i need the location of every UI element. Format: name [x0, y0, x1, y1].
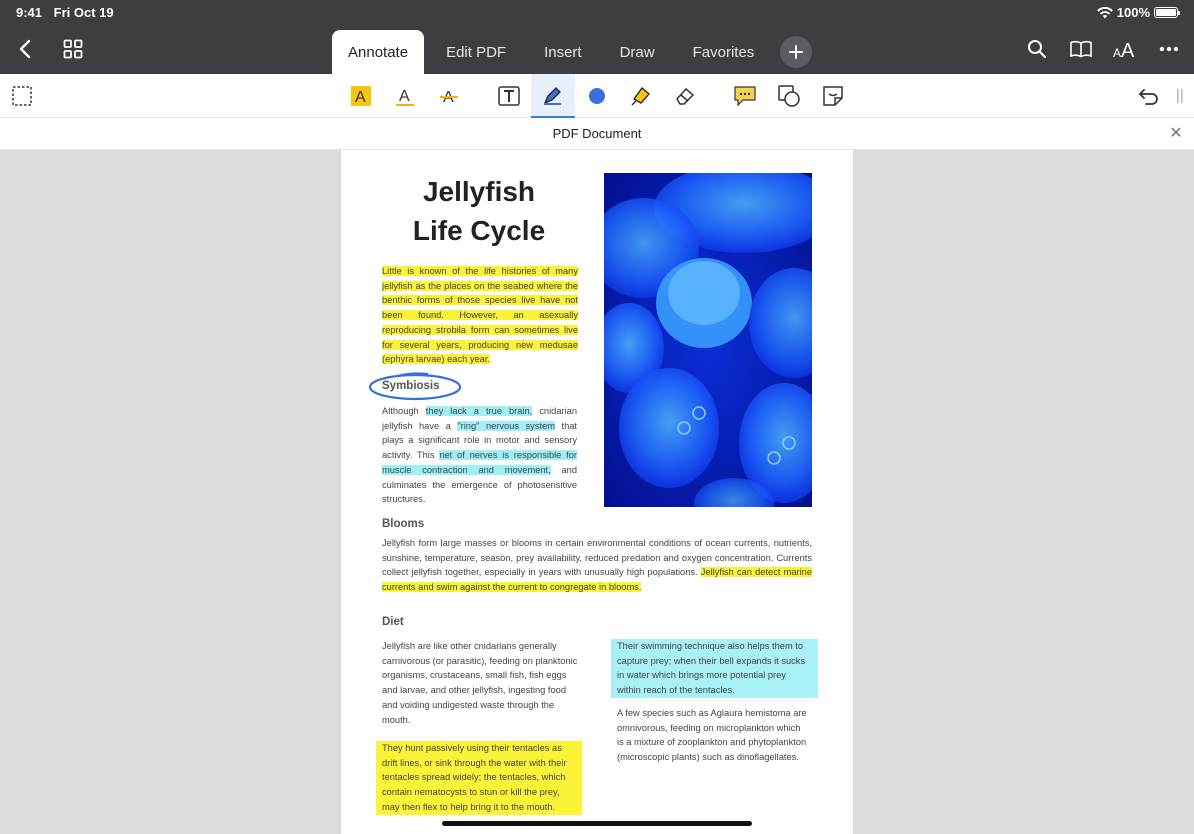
doc-title: Jellyfish Life Cycle: [381, 172, 577, 250]
battery-percent: 100%: [1116, 5, 1150, 20]
close-icon[interactable]: ✕: [1168, 118, 1184, 150]
eraser-icon[interactable]: [671, 82, 699, 110]
tab-favorites[interactable]: Favorites: [677, 30, 771, 74]
tab-insert[interactable]: Insert: [528, 30, 598, 74]
highlight-text-icon[interactable]: A: [347, 82, 375, 110]
add-tab-button[interactable]: [780, 36, 813, 68]
plus-icon: [789, 45, 804, 59]
undo-icon[interactable]: [1135, 82, 1163, 110]
select-region-icon[interactable]: [8, 82, 36, 110]
status-time: 9:41: [16, 5, 43, 20]
blooms-paragraph: Jellyfish form large masses or blooms in…: [382, 536, 812, 595]
doc-title-line2: Life Cycle: [412, 215, 546, 246]
diet-paragraph-1: Jellyfish are like other cnidarians gene…: [382, 641, 578, 725]
pdf-page: Jellyfish Life Cycle Little is known of …: [341, 150, 853, 834]
symbiosis-paragraph: Although they lack a true brain, cnidari…: [382, 404, 578, 507]
doc-title-line1: Jellyfish: [422, 176, 536, 207]
svg-text:A: A: [1113, 46, 1121, 59]
tab-annotate[interactable]: Annotate: [332, 30, 425, 74]
svg-text:A: A: [355, 89, 366, 106]
tab-edit-pdf[interactable]: Edit PDF: [430, 30, 522, 74]
grid-icon[interactable]: [60, 36, 86, 62]
text-box-icon[interactable]: [495, 82, 523, 110]
tab-draw[interactable]: Draw: [604, 30, 671, 74]
blooms-heading: Blooms: [382, 518, 425, 530]
back-chevron-icon[interactable]: [12, 36, 38, 62]
intro-paragraph: Little is known of the life histories of…: [376, 264, 582, 368]
diet-heading: Diet: [382, 616, 404, 628]
wifi-icon: [1096, 6, 1113, 18]
underline-text-icon[interactable]: A: [391, 82, 419, 110]
battery-icon: [1154, 7, 1180, 18]
more-icon[interactable]: [1156, 36, 1182, 62]
svg-text:A: A: [1121, 40, 1135, 59]
mode-tabs: Annotate Edit PDF Insert Draw Favorites: [332, 30, 813, 74]
diet-paragraph-3: Their swimming technique also helps them…: [611, 639, 818, 698]
annotation-toolbar: A A A: [0, 74, 1194, 118]
svg-text:A: A: [399, 88, 410, 105]
highlighter-icon[interactable]: [627, 82, 655, 110]
home-indicator[interactable]: [442, 821, 752, 826]
intro-text: Little is known of the life histories of…: [382, 266, 578, 365]
diet-paragraph-4: A few species such as Aglaura hemistoma …: [617, 708, 807, 763]
sym-highlight-d: "ring" nervous system: [457, 420, 555, 431]
sym-text-a: Although: [382, 406, 426, 416]
symbiosis-heading: Symbiosis: [382, 380, 440, 392]
color-picker-icon[interactable]: [583, 82, 611, 110]
document-title: PDF Document: [552, 126, 642, 141]
book-icon[interactable]: [1068, 36, 1094, 62]
search-icon[interactable]: [1024, 36, 1050, 62]
text-size-icon[interactable]: AA: [1112, 36, 1138, 62]
shapes-icon[interactable]: [775, 82, 803, 110]
sticker-icon[interactable]: [819, 82, 847, 110]
sym-highlight-b: they lack a true brain,: [425, 406, 533, 416]
drag-handle-icon[interactable]: [1172, 82, 1188, 110]
diet-paragraph-2: They hunt passively using their tentacle…: [376, 741, 582, 815]
pen-tool-icon[interactable]: [531, 74, 575, 118]
top-bar: 9:41 Fri Oct 19 100% Annotate Edit PDF I…: [0, 0, 1194, 74]
document-title-bar: PDF Document ✕: [0, 118, 1194, 150]
jellyfish-photo: [604, 173, 812, 507]
top-nav: Annotate Edit PDF Insert Draw Favorites …: [0, 28, 1194, 74]
status-bar: 9:41 Fri Oct 19 100%: [16, 5, 1180, 21]
status-date: Fri Oct 19: [53, 5, 114, 20]
strikethrough-text-icon[interactable]: A: [435, 82, 463, 110]
comment-icon[interactable]: [731, 82, 759, 110]
